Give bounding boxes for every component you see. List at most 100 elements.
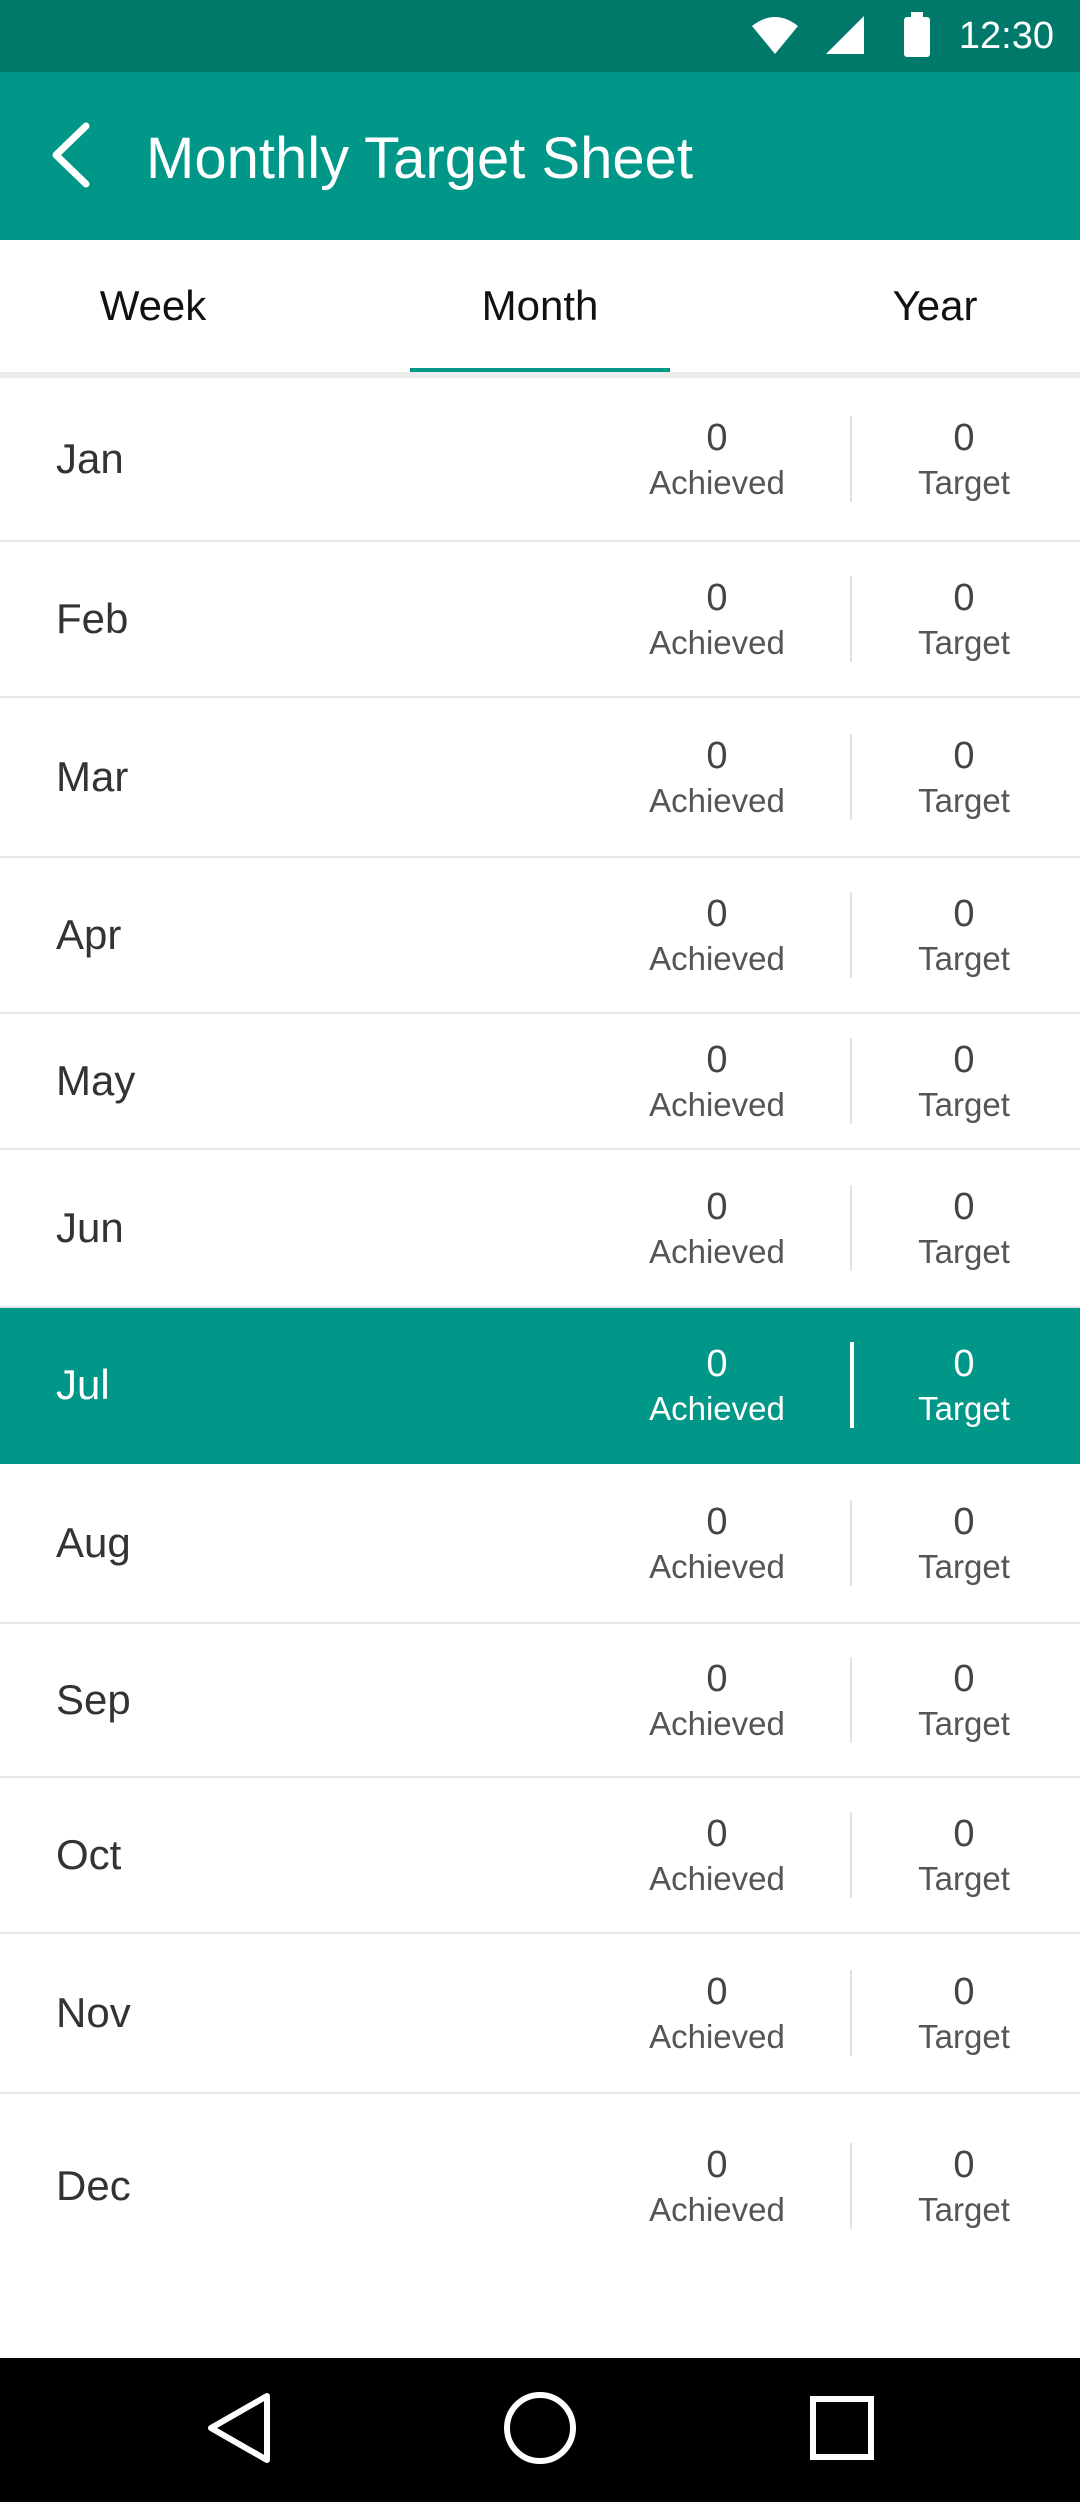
month-name: Dec: [56, 2162, 131, 2209]
target-stat: 0 Target: [880, 1150, 1048, 1306]
achieved-value: 0: [706, 417, 728, 459]
column-separator: [850, 1812, 852, 1898]
month-name: Oct: [56, 1831, 122, 1878]
tab-month[interactable]: Month: [410, 240, 670, 372]
month-name: Jul: [56, 1361, 110, 1408]
achieved-value: 0: [706, 577, 728, 619]
achieved-value: 0: [706, 1971, 728, 2013]
target-value: 0: [953, 1501, 975, 1543]
cell-signal-icon: [824, 14, 866, 61]
target-value: 0: [953, 417, 975, 459]
target-stat: 0 Target: [880, 1308, 1048, 1462]
achieved-label: Achieved: [649, 2018, 785, 2055]
target-value: 0: [953, 1186, 975, 1228]
target-stat: 0 Target: [880, 1014, 1048, 1148]
target-stat: 0 Target: [880, 2094, 1048, 2278]
achieved-label: Achieved: [649, 464, 785, 501]
target-label: Target: [918, 782, 1010, 819]
achieved-value: 0: [706, 1813, 728, 1855]
month-name: Apr: [56, 911, 122, 958]
target-label: Target: [918, 2191, 1010, 2228]
achieved-stat: 0 Achieved: [620, 858, 814, 1012]
month-row-jul[interactable]: Jul 0 Achieved 0 Target: [0, 1308, 1080, 1464]
achieved-label: Achieved: [649, 1548, 785, 1585]
month-row-feb[interactable]: Feb 0 Achieved 0 Target: [0, 542, 1080, 698]
month-row-aug[interactable]: Aug 0 Achieved 0 Target: [0, 1464, 1080, 1624]
tab-year[interactable]: Year: [840, 240, 1030, 372]
target-label: Target: [918, 1548, 1010, 1585]
achieved-label: Achieved: [649, 1705, 785, 1742]
target-label: Target: [918, 624, 1010, 661]
achieved-stat: 0 Achieved: [620, 1624, 814, 1776]
month-row-sep[interactable]: Sep 0 Achieved 0 Target: [0, 1624, 1080, 1778]
achieved-stat: 0 Achieved: [620, 1308, 814, 1462]
achieved-label: Achieved: [649, 1086, 785, 1123]
month-row-may[interactable]: May 0 Achieved 0 Target: [0, 1014, 1080, 1150]
month-name: Feb: [56, 595, 129, 642]
achieved-stat: 0 Achieved: [620, 1778, 814, 1932]
target-value: 0: [953, 1658, 975, 1700]
month-row-apr[interactable]: Apr 0 Achieved 0 Target: [0, 858, 1080, 1014]
target-label: Target: [918, 1390, 1010, 1427]
recents-square-icon: [809, 2395, 875, 2466]
month-row-dec[interactable]: Dec 0 Achieved 0 Target: [0, 2094, 1080, 2278]
achieved-value: 0: [706, 1186, 728, 1228]
back-arrow-icon: [48, 122, 92, 193]
achieved-value: 0: [706, 1343, 728, 1385]
target-label: Target: [918, 1705, 1010, 1742]
nav-back-button[interactable]: [200, 2390, 280, 2470]
page-title: Monthly Target Sheet: [146, 126, 694, 191]
nav-home-button[interactable]: [500, 2390, 580, 2470]
column-separator: [850, 1500, 852, 1586]
target-stat: 0 Target: [880, 698, 1048, 856]
achieved-stat: 0 Achieved: [620, 542, 814, 696]
target-value: 0: [953, 2144, 975, 2186]
achieved-value: 0: [706, 1501, 728, 1543]
app-bar: Monthly Target Sheet: [0, 72, 1080, 240]
column-separator: [850, 1038, 852, 1124]
target-label: Target: [918, 1086, 1010, 1123]
status-bar: 12:30: [0, 0, 1080, 72]
month-name: Nov: [56, 1989, 131, 2036]
column-separator: [850, 2143, 852, 2229]
target-stat: 0 Target: [880, 1934, 1048, 2092]
month-row-oct[interactable]: Oct 0 Achieved 0 Target: [0, 1778, 1080, 1934]
target-stat: 0 Target: [880, 858, 1048, 1012]
achieved-label: Achieved: [649, 2191, 785, 2228]
achieved-label: Achieved: [649, 624, 785, 661]
achieved-stat: 0 Achieved: [620, 1014, 814, 1148]
achieved-stat: 0 Achieved: [620, 1464, 814, 1622]
achieved-stat: 0 Achieved: [620, 2094, 814, 2278]
month-row-jun[interactable]: Jun 0 Achieved 0 Target: [0, 1150, 1080, 1308]
achieved-value: 0: [706, 1658, 728, 1700]
month-name: Jun: [56, 1204, 124, 1251]
back-button[interactable]: [40, 122, 100, 192]
target-label: Target: [918, 1860, 1010, 1897]
achieved-value: 0: [706, 735, 728, 777]
month-row-nov[interactable]: Nov 0 Achieved 0 Target: [0, 1934, 1080, 2094]
column-separator: [850, 1185, 852, 1271]
target-value: 0: [953, 1343, 975, 1385]
achieved-label: Achieved: [649, 940, 785, 977]
column-separator: [850, 1342, 854, 1428]
nav-recents-button[interactable]: [802, 2390, 882, 2470]
achieved-label: Achieved: [649, 1860, 785, 1897]
achieved-stat: 0 Achieved: [620, 1934, 814, 2092]
month-row-mar[interactable]: Mar 0 Achieved 0 Target: [0, 698, 1080, 858]
tab-week[interactable]: Week: [50, 240, 256, 372]
target-label: Target: [918, 464, 1010, 501]
month-row-jan[interactable]: Jan 0 Achieved 0 Target: [0, 378, 1080, 542]
navigation-bar: [0, 2358, 1080, 2502]
target-label: Target: [918, 1233, 1010, 1270]
status-time: 12:30: [958, 15, 1054, 57]
achieved-stat: 0 Achieved: [620, 378, 814, 540]
achieved-value: 0: [706, 2144, 728, 2186]
column-separator: [850, 1657, 852, 1743]
column-separator: [850, 892, 852, 978]
home-circle-icon: [502, 2390, 578, 2471]
achieved-stat: 0 Achieved: [620, 698, 814, 856]
column-separator: [850, 1970, 852, 2056]
target-value: 0: [953, 1039, 975, 1081]
target-stat: 0 Target: [880, 1778, 1048, 1932]
achieved-label: Achieved: [649, 1233, 785, 1270]
